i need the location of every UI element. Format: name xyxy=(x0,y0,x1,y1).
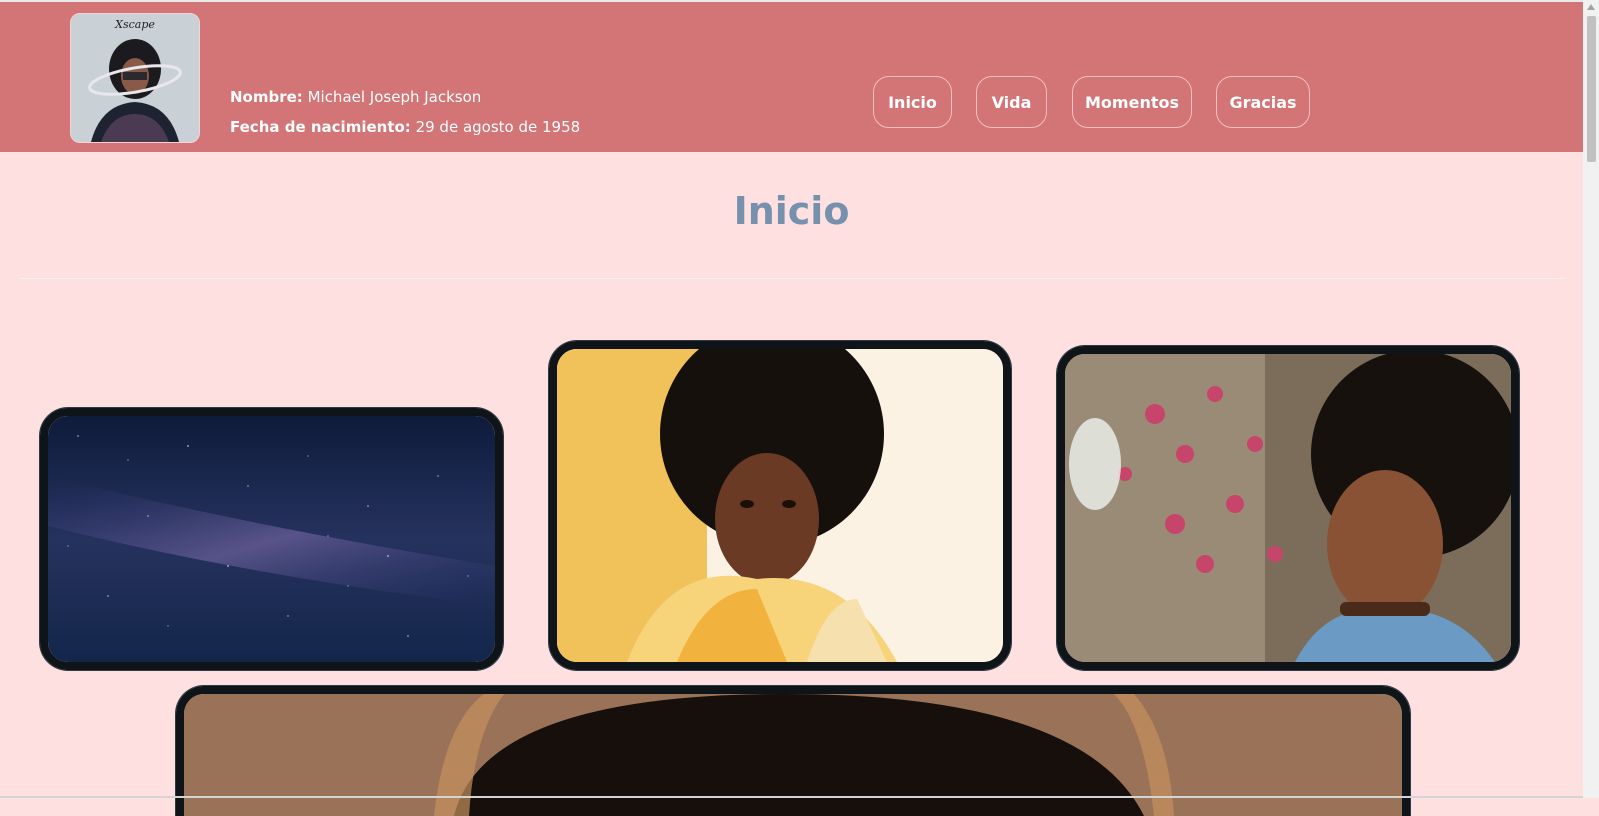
nav-inicio-button[interactable]: Inicio xyxy=(873,76,952,128)
nav-momentos-button[interactable]: Momentos xyxy=(1072,76,1192,128)
birthdate-row: Fecha de nacimiento: 29 de agosto de 195… xyxy=(230,118,580,136)
portrait-yellow-image xyxy=(557,349,1003,662)
nav-gracias-button[interactable]: Gracias xyxy=(1216,76,1310,128)
gallery-image-portrait-flowers xyxy=(1057,346,1519,670)
profile-avatar: Xscape xyxy=(70,13,200,143)
main-content: Inicio xyxy=(0,152,1583,816)
nav-vida-button[interactable]: Vida xyxy=(976,76,1047,128)
vertical-scrollbar[interactable] xyxy=(1583,0,1599,798)
scrollbar-thumb[interactable] xyxy=(1587,16,1596,162)
galaxy-image xyxy=(48,416,495,662)
page-title: Inicio xyxy=(733,189,850,233)
name-value: Michael Joseph Jackson xyxy=(307,88,482,106)
profile-info: Nombre: Michael Joseph Jackson Fecha de … xyxy=(230,88,580,148)
gallery-image-galaxy xyxy=(40,408,503,670)
title-divider xyxy=(20,278,1563,279)
site-header: Xscape Nombre: Michael Joseph Jackson Fe… xyxy=(0,2,1583,152)
birthdate-value: 29 de agosto de 1958 xyxy=(415,118,581,136)
portrait-flowers-image xyxy=(1065,354,1511,662)
scroll-up-icon[interactable] xyxy=(1587,4,1595,10)
album-cover-image: Xscape xyxy=(71,14,199,142)
name-row: Nombre: Michael Joseph Jackson xyxy=(230,88,580,106)
album-title-text: Xscape xyxy=(114,18,155,31)
name-label: Nombre: xyxy=(230,88,303,106)
birthdate-label: Fecha de nacimiento: xyxy=(230,118,411,136)
gallery-image-portrait-yellow xyxy=(549,341,1011,670)
